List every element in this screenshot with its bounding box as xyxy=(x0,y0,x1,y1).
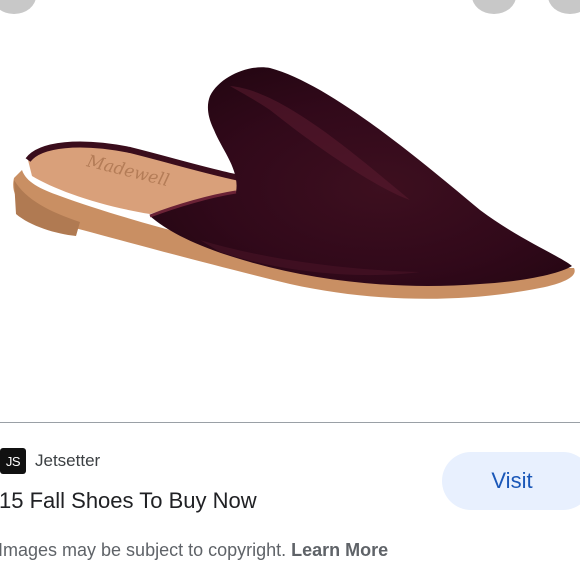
source-logo: JS xyxy=(0,448,26,474)
product-image[interactable]: Madewell xyxy=(0,0,580,422)
source-row[interactable]: JS Jetsetter xyxy=(0,448,100,474)
copyright-text: Images may be subject to copyright. xyxy=(0,540,287,560)
visit-button[interactable]: Visit xyxy=(442,452,580,510)
divider xyxy=(0,422,580,423)
source-name: Jetsetter xyxy=(35,451,101,470)
learn-more-link[interactable]: Learn More xyxy=(291,540,388,560)
velvet-mule-shoe-image: Madewell xyxy=(13,67,575,299)
result-title[interactable]: 15 Fall Shoes To Buy Now xyxy=(0,488,257,514)
image-result-page: Madewell JS Jetsetter 15 Fall Shoes To B… xyxy=(0,0,580,580)
copyright-notice: Images may be subject to copyright. Lear… xyxy=(0,540,388,561)
